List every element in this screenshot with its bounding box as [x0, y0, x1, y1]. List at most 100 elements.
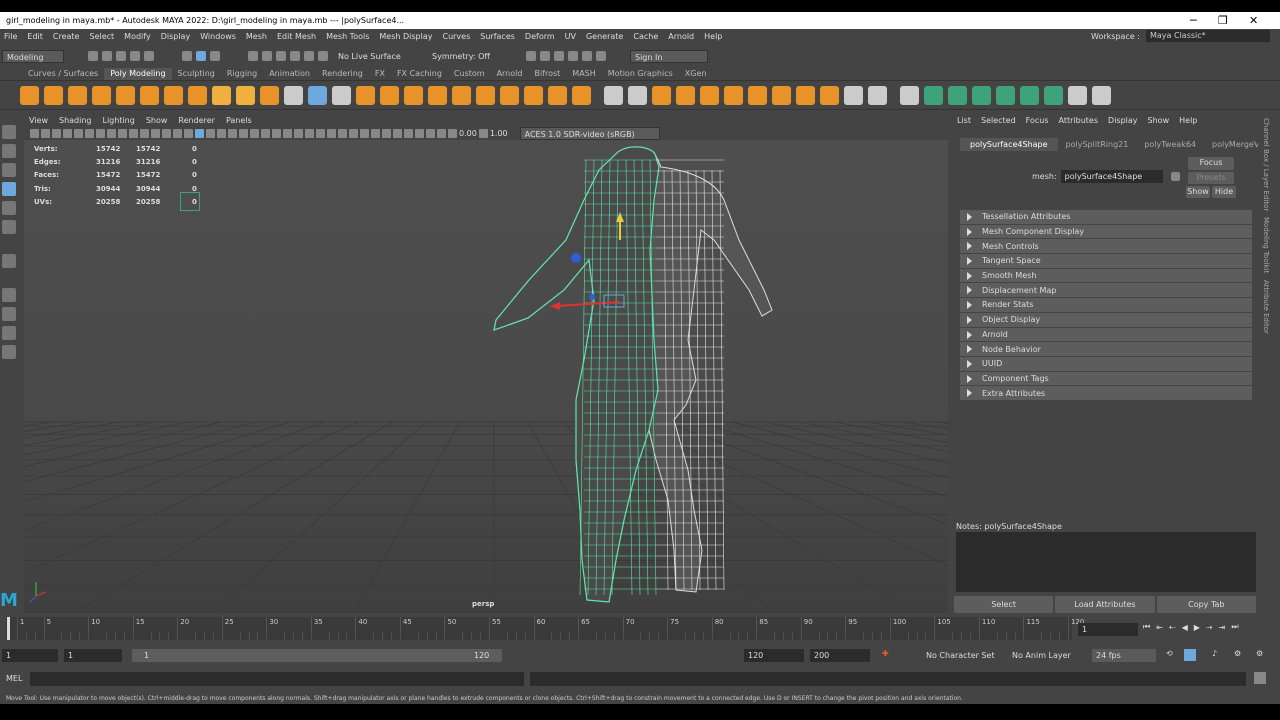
viewport-toolbar-icon[interactable]: [107, 129, 116, 138]
move-tool-icon[interactable]: [2, 182, 16, 196]
menu-item-curves[interactable]: Curves: [438, 32, 476, 41]
new-scene-icon[interactable]: [88, 51, 98, 61]
viewport-toolbar-icon[interactable]: [382, 129, 391, 138]
viewport-toolbar-icon[interactable]: [162, 129, 171, 138]
notes-field[interactable]: [956, 532, 1256, 592]
shelf-tool-icon[interactable]: [652, 85, 671, 105]
hypershade-icon[interactable]: [568, 51, 578, 61]
save-scene-icon[interactable]: [116, 51, 126, 61]
cache-playback-icon[interactable]: [1184, 649, 1196, 661]
menu-item-create[interactable]: Create: [49, 32, 86, 41]
undo-icon[interactable]: [130, 51, 140, 61]
select-object-icon[interactable]: [196, 51, 206, 61]
move-center-handle[interactable]: [589, 294, 595, 300]
anim-prefs-icon[interactable]: ⚙: [1256, 649, 1263, 658]
section-node-behavior[interactable]: Node Behavior: [960, 342, 1252, 356]
start-time-field[interactable]: 1: [2, 649, 58, 662]
viewport-toolbar-icon[interactable]: [239, 129, 248, 138]
menu-item-mesh-tools[interactable]: Mesh Tools: [322, 32, 375, 41]
snap-point-icon[interactable]: [276, 51, 286, 61]
shelf-tool-icon[interactable]: [212, 85, 231, 105]
shelf-tool-icon[interactable]: [900, 85, 919, 105]
shelf-tab-rigging[interactable]: Rigging: [221, 68, 263, 80]
viewport-menu-renderer[interactable]: Renderer: [173, 115, 221, 127]
focus-button[interactable]: Focus: [1188, 157, 1234, 170]
shelf-tool-icon[interactable]: [500, 85, 519, 105]
viewport-menu-shading[interactable]: Shading: [54, 115, 98, 127]
script-editor-icon[interactable]: [1254, 672, 1266, 684]
viewport-toolbar-icon[interactable]: [52, 129, 61, 138]
snap-curve-icon[interactable]: [262, 51, 272, 61]
shelf-tool-icon[interactable]: [20, 85, 39, 105]
shelf-tool-icon[interactable]: [996, 85, 1015, 105]
snap-live-icon[interactable]: [318, 51, 328, 61]
viewport-toolbar-icon[interactable]: [74, 129, 83, 138]
copy-tab-button[interactable]: Copy Tab: [1156, 596, 1256, 613]
scale-tool-icon[interactable]: [2, 220, 16, 234]
shelf-tool-icon[interactable]: [604, 85, 623, 105]
side-tab[interactable]: Modeling Toolkit: [1262, 217, 1270, 273]
viewport-toolbar-icon[interactable]: [206, 129, 215, 138]
step-forward-frame-icon[interactable]: ⇢: [1206, 623, 1213, 632]
shelf-tab-xgen[interactable]: XGen: [679, 68, 713, 80]
section-displacement-map[interactable]: Displacement Map: [960, 283, 1252, 298]
shelf-tool-icon[interactable]: [452, 85, 471, 105]
menu-item-help[interactable]: Help: [700, 32, 728, 41]
menu-item-modify[interactable]: Modify: [120, 32, 157, 41]
shelf-tool-icon[interactable]: [92, 85, 111, 105]
shelf-tool-icon[interactable]: [44, 85, 63, 105]
pause-icon[interactable]: [596, 51, 606, 61]
playback-end-field[interactable]: 120: [744, 649, 804, 662]
viewport-toolbar-icon[interactable]: [404, 129, 413, 138]
snap-surface-icon[interactable]: [304, 51, 314, 61]
fps-dropdown[interactable]: 24 fps: [1092, 649, 1156, 662]
snap-grid-icon[interactable]: [248, 51, 258, 61]
prefs-icon[interactable]: ⚙: [1234, 649, 1241, 658]
viewport-toolbar-icon[interactable]: [228, 129, 237, 138]
current-time-marker[interactable]: [7, 617, 10, 640]
select-hierarchy-icon[interactable]: [182, 51, 192, 61]
select-component-icon[interactable]: [210, 51, 220, 61]
shelf-tool-icon[interactable]: [724, 85, 743, 105]
shelf-tab-arnold[interactable]: Arnold: [491, 68, 529, 80]
anim-layer-dropdown[interactable]: No Anim Layer: [1008, 649, 1088, 662]
shelf-tool-icon[interactable]: [948, 85, 967, 105]
menu-item-mesh[interactable]: Mesh: [242, 32, 273, 41]
shelf-tool-icon[interactable]: [700, 85, 719, 105]
shelf-tool-icon[interactable]: [1044, 85, 1063, 105]
exposure-field[interactable]: 0.00: [459, 129, 477, 138]
menu-item-edit-mesh[interactable]: Edit Mesh: [273, 32, 322, 41]
shelf-tool-icon[interactable]: [356, 85, 375, 105]
shelf-tab-fx[interactable]: FX: [369, 68, 391, 80]
attr-menu-attributes[interactable]: Attributes: [1054, 116, 1104, 125]
node-tab[interactable]: polySurface4Shape: [960, 137, 1058, 151]
section-tessellation-attributes[interactable]: Tessellation Attributes: [960, 210, 1252, 224]
viewport-toolbar-icon[interactable]: [195, 129, 204, 138]
rotate-tool-icon[interactable]: [2, 201, 16, 215]
live-surface-label[interactable]: No Live Surface: [338, 52, 418, 61]
shelf-tool-icon[interactable]: [1092, 85, 1111, 105]
end-time-field[interactable]: 200: [810, 649, 870, 662]
shelf-tab-animation[interactable]: Animation: [263, 68, 316, 80]
go-to-end-icon[interactable]: ⏭: [1231, 622, 1238, 632]
minimize-icon[interactable]: ─: [1190, 12, 1197, 29]
loop-icon[interactable]: ⟲: [1166, 649, 1173, 658]
shelf-tool-icon[interactable]: [260, 85, 279, 105]
shelf-tool-icon[interactable]: [188, 85, 207, 105]
shelf-tool-icon[interactable]: [332, 85, 351, 105]
viewport-toolbar-icon[interactable]: [96, 129, 105, 138]
viewport-toolbar-icon[interactable]: [140, 129, 149, 138]
viewport-toolbar-icon[interactable]: [305, 129, 314, 138]
viewport-toolbar-icon[interactable]: [426, 129, 435, 138]
node-tab[interactable]: polyTweak64: [1136, 140, 1204, 149]
shelf-tool-icon[interactable]: [548, 85, 567, 105]
play-forward-icon[interactable]: ▶: [1194, 623, 1200, 632]
viewport-toolbar-icon[interactable]: [250, 129, 259, 138]
viewport-toolbar-icon[interactable]: [129, 129, 138, 138]
menu-item-select[interactable]: Select: [85, 32, 120, 41]
viewport-toolbar-icon[interactable]: [437, 129, 446, 138]
menu-item-mesh-display[interactable]: Mesh Display: [375, 32, 438, 41]
section-smooth-mesh[interactable]: Smooth Mesh: [960, 268, 1252, 283]
step-back-frame-icon[interactable]: ⇠: [1169, 623, 1176, 632]
node-tab[interactable]: polySplitRing21: [1058, 140, 1137, 149]
